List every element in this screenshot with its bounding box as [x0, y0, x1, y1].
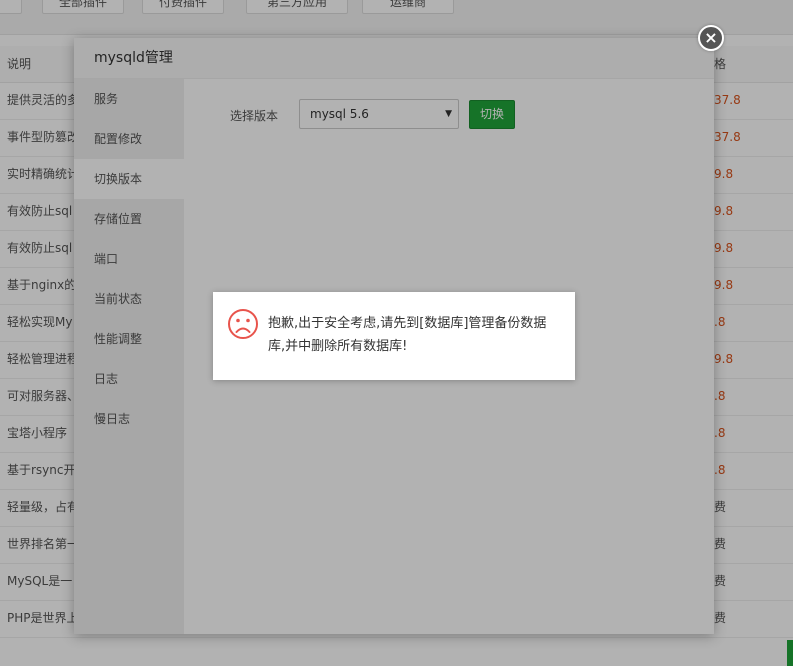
sad-face-icon — [228, 309, 258, 339]
security-alert: 抱歉,出于安全考虑,请先到[数据库]管理备份数据库,并中删除所有数据库! — [213, 292, 575, 380]
alert-message: 抱歉,出于安全考虑,请先到[数据库]管理备份数据库,并中删除所有数据库! — [268, 316, 547, 354]
close-icon[interactable]: × — [698, 25, 724, 51]
